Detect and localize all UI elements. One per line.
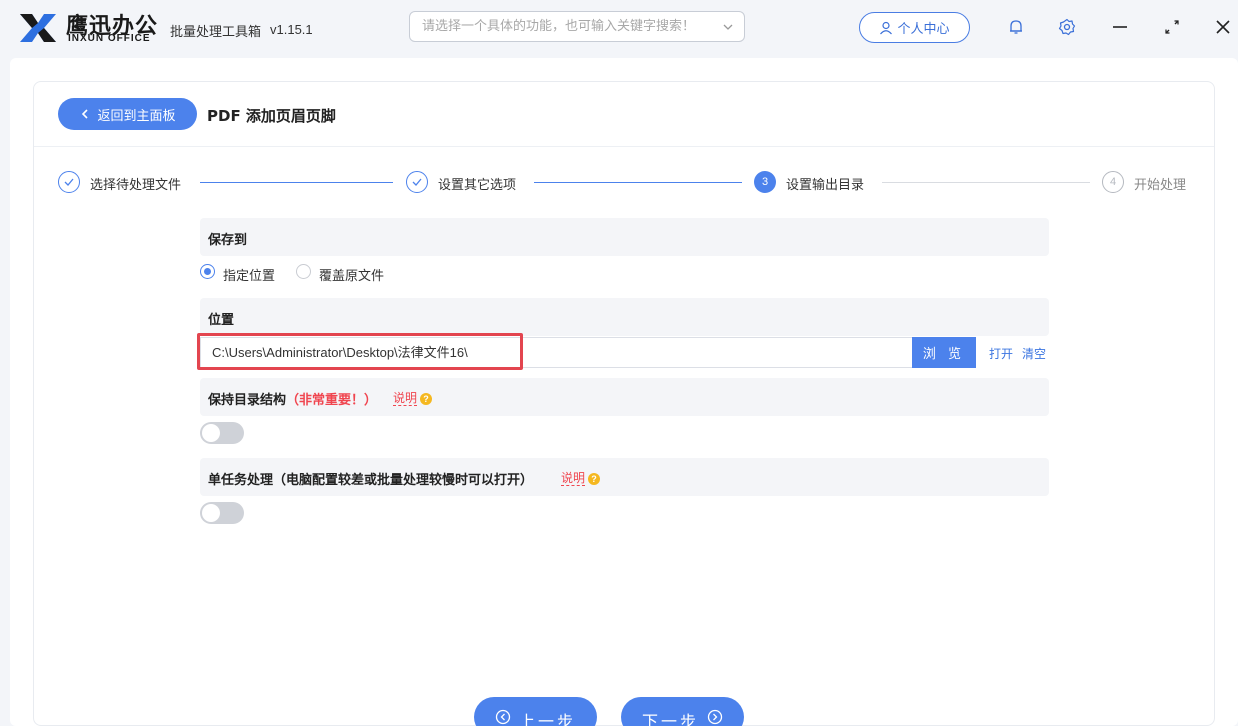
- app-logo-icon: [20, 14, 56, 42]
- clear-link[interactable]: 清空: [1022, 345, 1046, 362]
- user-center-button[interactable]: 个人中心: [859, 12, 970, 43]
- radio-specified-location-label[interactable]: 指定位置: [223, 265, 275, 284]
- next-step-label: 下一步: [641, 712, 699, 726]
- single-task-title: 单任务处理（电脑配置较差或批量处理较慢时可以打开）: [208, 473, 534, 488]
- single-task-toggle[interactable]: [200, 502, 244, 524]
- keep-structure-title: 保持目录结构（非常重要！）: [208, 389, 377, 408]
- app-version: v1.15.1: [270, 22, 313, 37]
- brand-name-en: INXUN OFFICE: [68, 33, 151, 44]
- step-2-label: 设置其它选项: [438, 178, 517, 193]
- keep-structure-label: 保持目录结构: [208, 393, 287, 408]
- prev-step-label: 上一步: [518, 712, 576, 726]
- gear-icon[interactable]: [1057, 17, 1077, 37]
- close-icon[interactable]: [1213, 17, 1233, 37]
- step-2-check-icon: [406, 171, 428, 193]
- search-input[interactable]: [422, 12, 712, 41]
- keep-structure-section: 保持目录结构（非常重要！）: [200, 378, 1049, 416]
- radio-overwrite-original[interactable]: [296, 264, 311, 279]
- step-connector: [200, 182, 393, 183]
- radio-specified-location[interactable]: [200, 264, 215, 279]
- back-label: 返回到主面板: [97, 108, 176, 124]
- path-highlight-box: [197, 333, 523, 370]
- keep-structure-explain-link[interactable]: 说明: [393, 391, 418, 406]
- step-3-number: 3: [754, 171, 776, 193]
- step-4-number: 4: [1102, 171, 1124, 193]
- app-title: 批量处理工具箱: [170, 25, 262, 40]
- step-1-check-icon: [58, 171, 80, 193]
- help-icon[interactable]: ?: [420, 393, 432, 405]
- bell-icon[interactable]: [1006, 17, 1026, 37]
- prev-step-button[interactable]: 上一步: [474, 697, 597, 726]
- page-title: PDF 添加页眉页脚: [207, 107, 336, 125]
- location-title: 位置: [208, 313, 235, 328]
- save-to-section: 保存到: [200, 218, 1049, 256]
- save-to-title: 保存到: [208, 233, 248, 248]
- arrow-right-circle-icon: [707, 709, 723, 725]
- minimize-icon[interactable]: [1110, 17, 1130, 37]
- single-task-section: 单任务处理（电脑配置较差或批量处理较慢时可以打开）: [200, 458, 1049, 496]
- radio-overwrite-original-label[interactable]: 覆盖原文件: [319, 265, 384, 284]
- location-section: 位置: [200, 298, 1049, 336]
- step-connector: [534, 182, 742, 183]
- maximize-icon[interactable]: [1162, 17, 1182, 37]
- step-4-label: 开始处理: [1134, 178, 1187, 193]
- user-icon: [880, 21, 893, 34]
- function-search[interactable]: [409, 11, 745, 42]
- step-3-label: 设置输出目录: [786, 178, 865, 193]
- back-to-main-button[interactable]: 返回到主面板: [58, 98, 197, 130]
- step-connector: [882, 182, 1090, 183]
- chevron-left-icon: [82, 109, 89, 119]
- single-task-explain-link[interactable]: 说明: [561, 471, 586, 486]
- browse-button[interactable]: 浏 览: [912, 337, 976, 368]
- important-note: （非常重要！）: [286, 393, 378, 408]
- chevron-down-icon[interactable]: [722, 21, 734, 33]
- user-center-label: 个人中心: [897, 22, 950, 37]
- open-link[interactable]: 打开: [989, 345, 1013, 362]
- help-icon[interactable]: ?: [588, 473, 600, 485]
- title-bar: 鹰迅办公 INXUN OFFICE 批量处理工具箱 v1.15.1 个人中心: [0, 0, 1238, 56]
- step-1-label: 选择待处理文件: [90, 178, 182, 193]
- next-step-button[interactable]: 下一步: [621, 697, 744, 726]
- keep-structure-toggle[interactable]: [200, 422, 244, 444]
- divider: [34, 146, 1214, 147]
- arrow-left-circle-icon: [495, 709, 511, 725]
